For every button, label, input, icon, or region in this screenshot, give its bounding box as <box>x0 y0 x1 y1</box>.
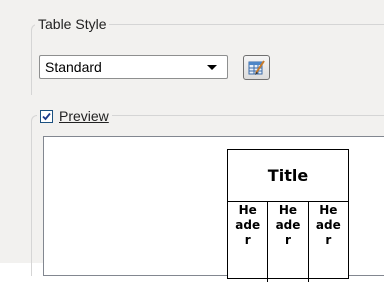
table-style-group-label: Table Style <box>35 16 110 32</box>
chevron-down-icon[interactable] <box>207 65 217 70</box>
sample-header-text: ade <box>235 218 261 232</box>
sample-header-text: r <box>325 233 332 247</box>
sample-header-text: He <box>278 203 298 217</box>
table-style-edit-button[interactable] <box>243 55 270 80</box>
sample-header-cell: He ade r <box>309 202 348 282</box>
sample-header-text: r <box>285 233 291 247</box>
sample-header-text: ade <box>315 218 341 232</box>
preview-checkbox[interactable] <box>40 109 53 123</box>
sample-header-text: He <box>238 203 257 217</box>
sample-header-cell: He ade r <box>268 202 309 282</box>
table-style-dropdown[interactable]: Standard <box>39 55 228 79</box>
sample-table-header-row: He ade r He ade r He ade r <box>228 202 348 282</box>
preview-group-label[interactable]: Preview <box>37 108 112 124</box>
preview-checkbox-label[interactable]: Preview <box>59 108 109 124</box>
sample-table-title: Title <box>228 150 348 202</box>
table-style-selected-value: Standard <box>45 59 102 75</box>
sample-header-text: r <box>244 233 251 247</box>
table-style-edit-icon <box>248 60 265 75</box>
sample-header-text: He <box>319 203 338 217</box>
sample-header-text: ade <box>275 218 301 232</box>
checkmark-icon <box>42 112 51 120</box>
sample-table: Title He ade r He ade r He ade r <box>227 149 349 282</box>
sample-header-cell: He ade r <box>228 202 269 282</box>
